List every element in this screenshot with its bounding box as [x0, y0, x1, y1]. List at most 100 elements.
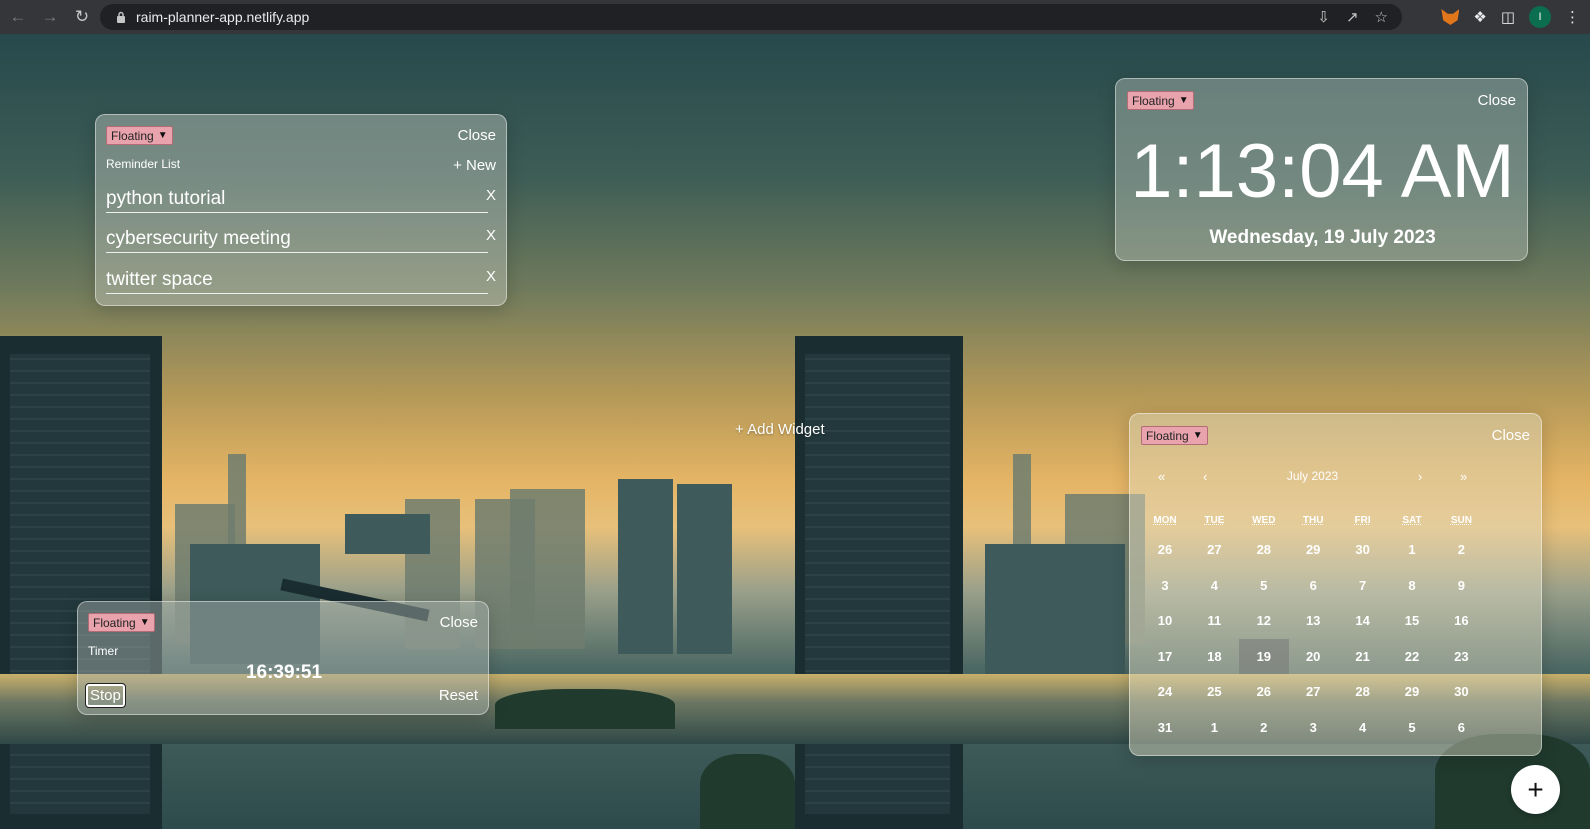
metamask-extension-icon[interactable] [1441, 9, 1460, 25]
timer-mode-select[interactable]: Floating ▼ [88, 613, 155, 632]
chevron-down-icon: ▼ [139, 617, 150, 628]
timer-stop-button[interactable]: Stop [85, 683, 126, 708]
calendar-day-tile[interactable]: 15 [1387, 603, 1437, 638]
share-icon[interactable]: ↗ [1346, 8, 1359, 26]
timer-elapsed: 16:39:51 [245, 662, 323, 683]
calendar-day-tile[interactable]: 26 [1239, 674, 1289, 709]
calendar-weekday-header: TUE [1204, 515, 1225, 526]
calendar-weekday-header: SUN [1450, 515, 1472, 526]
calendar-day-tile[interactable]: 11 [1189, 603, 1239, 638]
chevron-down-icon: ▼ [1192, 430, 1203, 441]
calendar-day-tile[interactable]: 18 [1189, 639, 1239, 674]
calendar-day-tile[interactable]: 13 [1288, 603, 1338, 638]
reminder-title: Reminder List [106, 157, 181, 171]
calendar-day-tile[interactable]: 3 [1288, 710, 1338, 745]
extensions-puzzle-icon[interactable]: ❖ [1473, 8, 1486, 26]
timer-title: Timer [88, 644, 119, 658]
calendar-day-tile[interactable]: 30 [1436, 674, 1486, 709]
calendar-day-tile[interactable]: 29 [1288, 532, 1338, 567]
calendar-day-tile[interactable]: 5 [1387, 710, 1437, 745]
back-arrow-icon[interactable]: ← [4, 3, 32, 31]
clock-close-button[interactable]: Close [1478, 92, 1516, 109]
calendar-day-tile[interactable]: 21 [1338, 639, 1388, 674]
calendar-day-tile[interactable]: 10 [1140, 603, 1190, 638]
reminder-item-input[interactable]: twitter space [106, 266, 488, 294]
calendar-day-tile[interactable]: 23 [1436, 639, 1486, 674]
reminder-mode-select[interactable]: Floating ▼ [106, 126, 173, 145]
browser-toolbar: ← → ↻ raim-planner-app.netlify.app ⇩ ↗ ☆… [0, 0, 1590, 34]
calendar-day-tile[interactable]: 5 [1239, 568, 1289, 603]
calendar-month-label[interactable]: July 2023 [1130, 469, 1495, 483]
timer-widget: Floating ▼ Close Timer 16:39:51 Stop Res… [77, 601, 489, 715]
calendar-weekday-header: WED [1252, 515, 1276, 526]
calendar-day-tile[interactable]: 1 [1189, 710, 1239, 745]
calendar-widget: Floating ▼ Close « ‹ July 2023 › » MON TU… [1129, 413, 1542, 756]
timer-close-button[interactable]: Close [440, 614, 478, 631]
reminder-item-remove-button[interactable]: X [486, 227, 496, 244]
reminder-item-input[interactable]: cybersecurity meeting [106, 225, 488, 253]
side-panel-icon[interactable]: ◫ [1501, 8, 1515, 26]
calendar-weekday-header: FRI [1354, 515, 1371, 526]
chevron-down-icon: ▼ [1178, 95, 1189, 106]
timer-mode-value: Floating [93, 615, 136, 630]
calendar-day-tile[interactable]: 2 [1436, 532, 1486, 567]
timer-reset-button[interactable]: Reset [439, 687, 478, 704]
clock-time: 1:13:04 AM [1130, 129, 1515, 214]
calendar-day-tile[interactable]: 4 [1189, 568, 1239, 603]
calendar-day-tile[interactable]: 17 [1140, 639, 1190, 674]
calendar-day-tile[interactable]: 9 [1436, 568, 1486, 603]
install-app-icon[interactable]: ⇩ [1317, 8, 1330, 26]
calendar-day-tile[interactable]: 19 [1238, 638, 1289, 674]
calendar-next-year-button[interactable]: » [1460, 469, 1467, 484]
calendar-close-button[interactable]: Close [1492, 427, 1530, 444]
bookmark-star-icon[interactable]: ☆ [1375, 8, 1388, 26]
calendar-day-tile[interactable]: 8 [1387, 568, 1437, 603]
address-bar[interactable]: raim-planner-app.netlify.app ⇩ ↗ ☆ [100, 4, 1402, 30]
lock-icon[interactable] [108, 11, 134, 23]
calendar-day-tile[interactable]: 24 [1140, 674, 1190, 709]
calendar-day-tile[interactable]: 31 [1140, 710, 1190, 745]
calendar-day-tile[interactable]: 26 [1140, 532, 1190, 567]
reminder-item-input[interactable]: python tutorial [106, 185, 488, 213]
profile-avatar[interactable]: I [1529, 6, 1551, 28]
calendar-mode-value: Floating [1146, 428, 1189, 443]
forward-arrow-icon[interactable]: → [36, 3, 64, 31]
calendar-day-tile[interactable]: 1 [1387, 532, 1437, 567]
calendar-day-tile[interactable]: 6 [1288, 568, 1338, 603]
calendar-day-tile[interactable]: 6 [1436, 710, 1486, 745]
chevron-down-icon: ▼ [157, 130, 168, 141]
calendar-weekday-header: SAT [1402, 515, 1422, 526]
calendar-day-tile[interactable]: 28 [1338, 674, 1388, 709]
calendar-day-tile[interactable]: 3 [1140, 568, 1190, 603]
calendar-day-tile[interactable]: 7 [1338, 568, 1388, 603]
calendar-day-tile[interactable]: 2 [1239, 710, 1289, 745]
reminder-item-remove-button[interactable]: X [486, 187, 496, 204]
calendar-next-month-button[interactable]: › [1418, 469, 1422, 484]
reminder-close-button[interactable]: Close [458, 127, 496, 144]
reminder-widget: Floating ▼ Close Reminder List + New pyt… [95, 114, 507, 306]
calendar-day-tile[interactable]: 22 [1387, 639, 1437, 674]
calendar-day-tile[interactable]: 29 [1387, 674, 1437, 709]
calendar-mode-select[interactable]: Floating ▼ [1141, 426, 1208, 445]
reminder-new-button[interactable]: + New [453, 157, 496, 174]
calendar-day-tile[interactable]: 16 [1436, 603, 1486, 638]
calendar-day-tile[interactable]: 25 [1189, 674, 1239, 709]
calendar-day-tile[interactable]: 20 [1288, 639, 1338, 674]
calendar-day-tile[interactable]: 27 [1288, 674, 1338, 709]
reload-icon[interactable]: ↻ [68, 3, 96, 31]
calendar-day-tile[interactable]: 4 [1338, 710, 1388, 745]
add-widget-button[interactable]: + Add Widget [735, 421, 825, 438]
calendar-day-tile[interactable]: 12 [1239, 603, 1289, 638]
clock-mode-select[interactable]: Floating ▼ [1127, 91, 1194, 110]
url-text: raim-planner-app.netlify.app [136, 9, 310, 25]
clock-date: Wednesday, 19 July 2023 [1209, 227, 1436, 248]
reminder-item-remove-button[interactable]: X [486, 268, 496, 285]
add-widget-fab-button[interactable]: + [1511, 765, 1560, 814]
clock-mode-value: Floating [1132, 93, 1175, 108]
calendar-day-tile[interactable]: 14 [1338, 603, 1388, 638]
calendar-day-tile[interactable]: 27 [1189, 532, 1239, 567]
calendar-weekday-header: MON [1153, 515, 1177, 526]
calendar-day-tile[interactable]: 30 [1338, 532, 1388, 567]
calendar-day-tile[interactable]: 28 [1239, 532, 1289, 567]
menu-kebab-icon[interactable]: ⋮ [1565, 8, 1580, 26]
